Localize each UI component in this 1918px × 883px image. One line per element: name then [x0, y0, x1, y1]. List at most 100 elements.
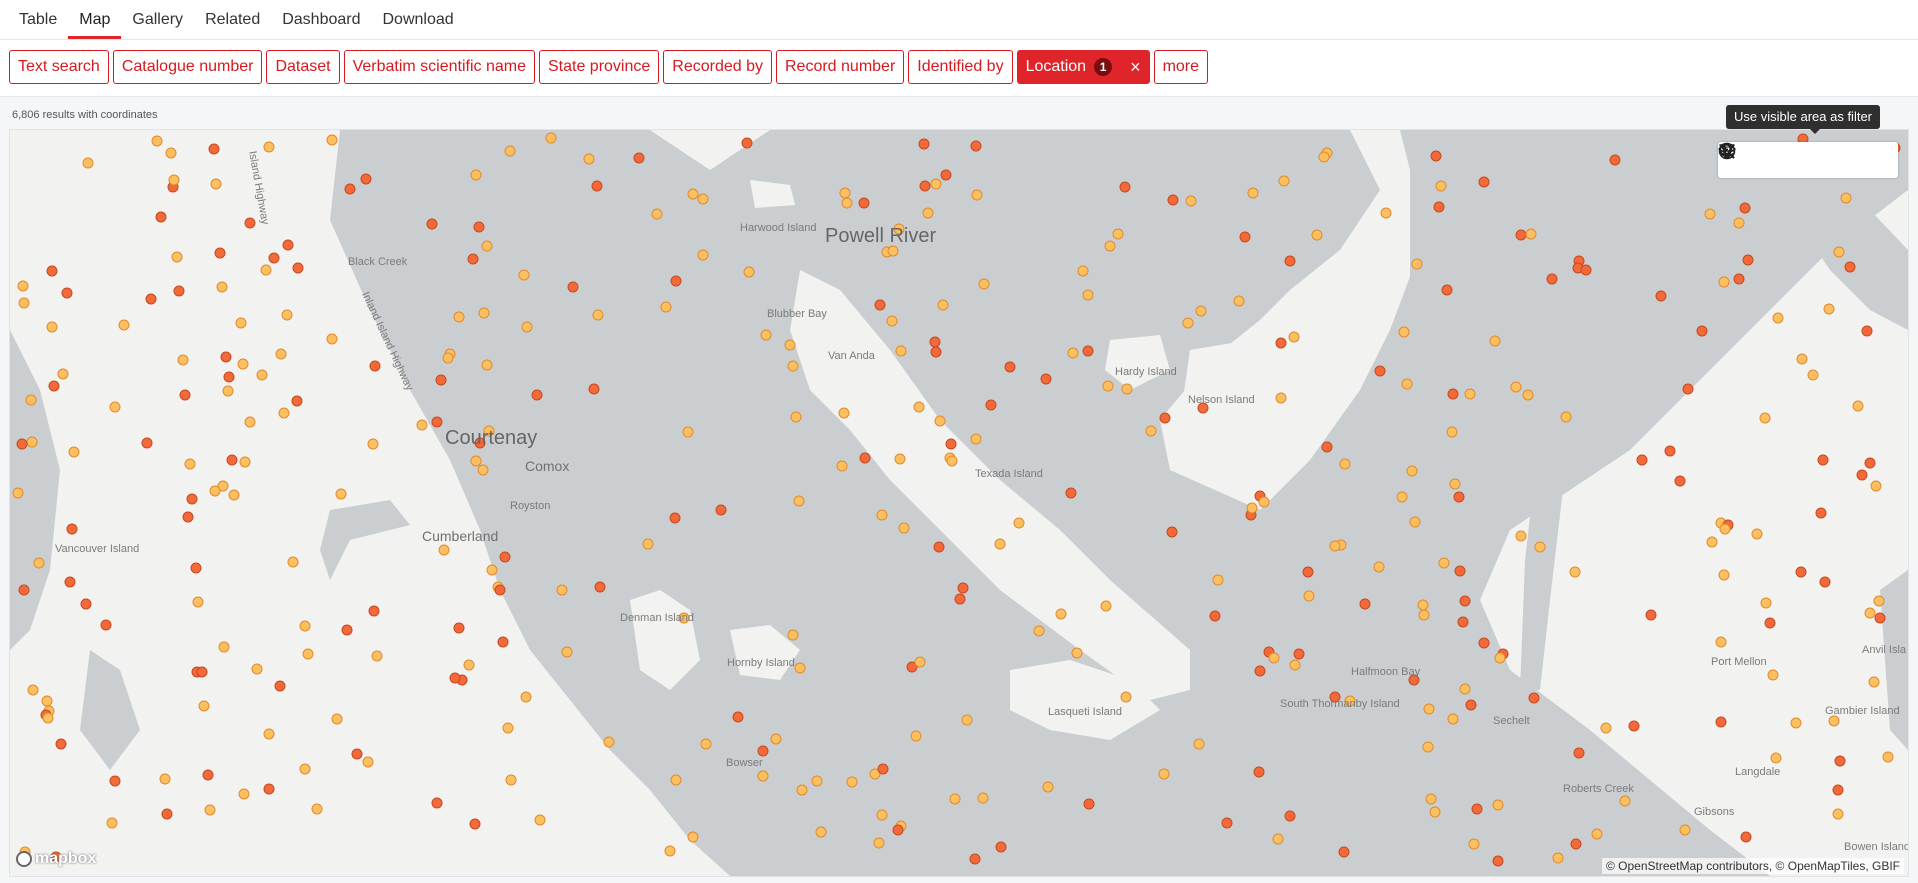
occurrence-point[interactable]	[1645, 609, 1657, 621]
occurrence-point[interactable]	[1253, 766, 1265, 778]
occurrence-point[interactable]	[222, 385, 234, 397]
occurrence-point[interactable]	[1464, 388, 1476, 400]
occurrence-point[interactable]	[1494, 652, 1506, 664]
occurrence-point[interactable]	[263, 141, 275, 153]
occurrence-point[interactable]	[502, 722, 514, 734]
occurrence-point[interactable]	[287, 556, 299, 568]
occurrence-point[interactable]	[435, 374, 447, 386]
occurrence-point[interactable]	[228, 489, 240, 501]
occurrence-point[interactable]	[1861, 325, 1873, 337]
occurrence-point[interactable]	[431, 416, 443, 428]
occurrence-point[interactable]	[1471, 803, 1483, 815]
occurrence-point[interactable]	[811, 775, 823, 787]
occurrence-point[interactable]	[416, 419, 428, 431]
occurrence-point[interactable]	[1664, 445, 1676, 457]
occurrence-point[interactable]	[27, 684, 39, 696]
occurrence-point[interactable]	[1433, 201, 1445, 213]
occurrence-point[interactable]	[26, 436, 38, 448]
occurrence-point[interactable]	[46, 265, 58, 277]
occurrence-point[interactable]	[486, 564, 498, 576]
occurrence-point[interactable]	[12, 487, 24, 499]
map-attribution[interactable]: © OpenStreetMap contributors, © OpenMapT…	[1601, 858, 1904, 874]
occurrence-point[interactable]	[1522, 389, 1534, 401]
occurrence-point[interactable]	[1254, 665, 1266, 677]
occurrence-point[interactable]	[260, 264, 272, 276]
occurrence-point[interactable]	[1679, 824, 1691, 836]
occurrence-point[interactable]	[1655, 290, 1667, 302]
occurrence-point[interactable]	[1492, 799, 1504, 811]
occurrence-point[interactable]	[1873, 595, 1885, 607]
occurrence-point[interactable]	[145, 293, 157, 305]
occurrence-point[interactable]	[945, 438, 957, 450]
occurrence-point[interactable]	[278, 407, 290, 419]
occurrence-point[interactable]	[1864, 457, 1876, 469]
occurrence-point[interactable]	[1288, 331, 1300, 343]
occurrence-point[interactable]	[1268, 652, 1280, 664]
filter-location[interactable]: Location 1 ×	[1016, 50, 1150, 84]
occurrence-point[interactable]	[168, 174, 180, 186]
occurrence-point[interactable]	[556, 584, 568, 596]
occurrence-point[interactable]	[1373, 561, 1385, 573]
occurrence-point[interactable]	[1718, 569, 1730, 581]
occurrence-point[interactable]	[1083, 798, 1095, 810]
occurrence-point[interactable]	[1221, 817, 1233, 829]
occurrence-point[interactable]	[159, 773, 171, 785]
occurrence-point[interactable]	[239, 456, 251, 468]
occurrence-point[interactable]	[815, 826, 827, 838]
occurrence-point[interactable]	[1492, 855, 1504, 867]
occurrence-point[interactable]	[1718, 276, 1730, 288]
occurrence-point[interactable]	[985, 399, 997, 411]
occurrence-point[interactable]	[244, 416, 256, 428]
occurrence-point[interactable]	[481, 359, 493, 371]
occurrence-point[interactable]	[1275, 337, 1287, 349]
occurrence-point[interactable]	[302, 648, 314, 660]
occurrence-point[interactable]	[1525, 228, 1537, 240]
occurrence-point[interactable]	[970, 140, 982, 152]
occurrence-point[interactable]	[431, 797, 443, 809]
occurrence-point[interactable]	[1449, 478, 1461, 490]
occurrence-point[interactable]	[1435, 180, 1447, 192]
occurrence-point[interactable]	[1145, 425, 1157, 437]
occurrence-point[interactable]	[1447, 713, 1459, 725]
occurrence-point[interactable]	[1719, 523, 1731, 535]
occurrence-point[interactable]	[838, 407, 850, 419]
filter-identified-by[interactable]: Identified by	[908, 50, 1013, 84]
occurrence-point[interactable]	[68, 446, 80, 458]
occurrence-point[interactable]	[545, 132, 557, 144]
occurrence-point[interactable]	[235, 317, 247, 329]
occurrence-point[interactable]	[1275, 392, 1287, 404]
occurrence-point[interactable]	[291, 395, 303, 407]
occurrence-point[interactable]	[1284, 810, 1296, 822]
occurrence-point[interactable]	[1338, 846, 1350, 858]
occurrence-point[interactable]	[1882, 751, 1894, 763]
occurrence-point[interactable]	[633, 152, 645, 164]
occurrence-point[interactable]	[1209, 610, 1221, 622]
occurrence-point[interactable]	[874, 299, 886, 311]
occurrence-point[interactable]	[1102, 380, 1114, 392]
occurrence-point[interactable]	[66, 523, 78, 535]
occurrence-point[interactable]	[1569, 566, 1581, 578]
occurrence-point[interactable]	[1396, 491, 1408, 503]
filter-icon[interactable]	[1719, 142, 1826, 178]
occurrence-point[interactable]	[1628, 720, 1640, 732]
occurrence-point[interactable]	[179, 389, 191, 401]
occurrence-point[interactable]	[1552, 852, 1564, 864]
occurrence-point[interactable]	[591, 180, 603, 192]
occurrence-point[interactable]	[1158, 768, 1170, 780]
occurrence-point[interactable]	[1380, 207, 1392, 219]
occurrence-point[interactable]	[208, 143, 220, 155]
occurrence-point[interactable]	[449, 672, 461, 684]
occurrence-point[interactable]	[930, 346, 942, 358]
filter-recorded-by[interactable]: Recorded by	[663, 50, 772, 84]
occurrence-point[interactable]	[592, 309, 604, 321]
occurrence-point[interactable]	[914, 656, 926, 668]
occurrence-point[interactable]	[876, 809, 888, 821]
occurrence-point[interactable]	[1817, 454, 1829, 466]
occurrence-point[interactable]	[1515, 229, 1527, 241]
occurrence-point[interactable]	[275, 348, 287, 360]
occurrence-point[interactable]	[583, 153, 595, 165]
occurrence-point[interactable]	[360, 173, 372, 185]
occurrence-point[interactable]	[48, 380, 60, 392]
occurrence-point[interactable]	[978, 278, 990, 290]
occurrence-point[interactable]	[1739, 202, 1751, 214]
